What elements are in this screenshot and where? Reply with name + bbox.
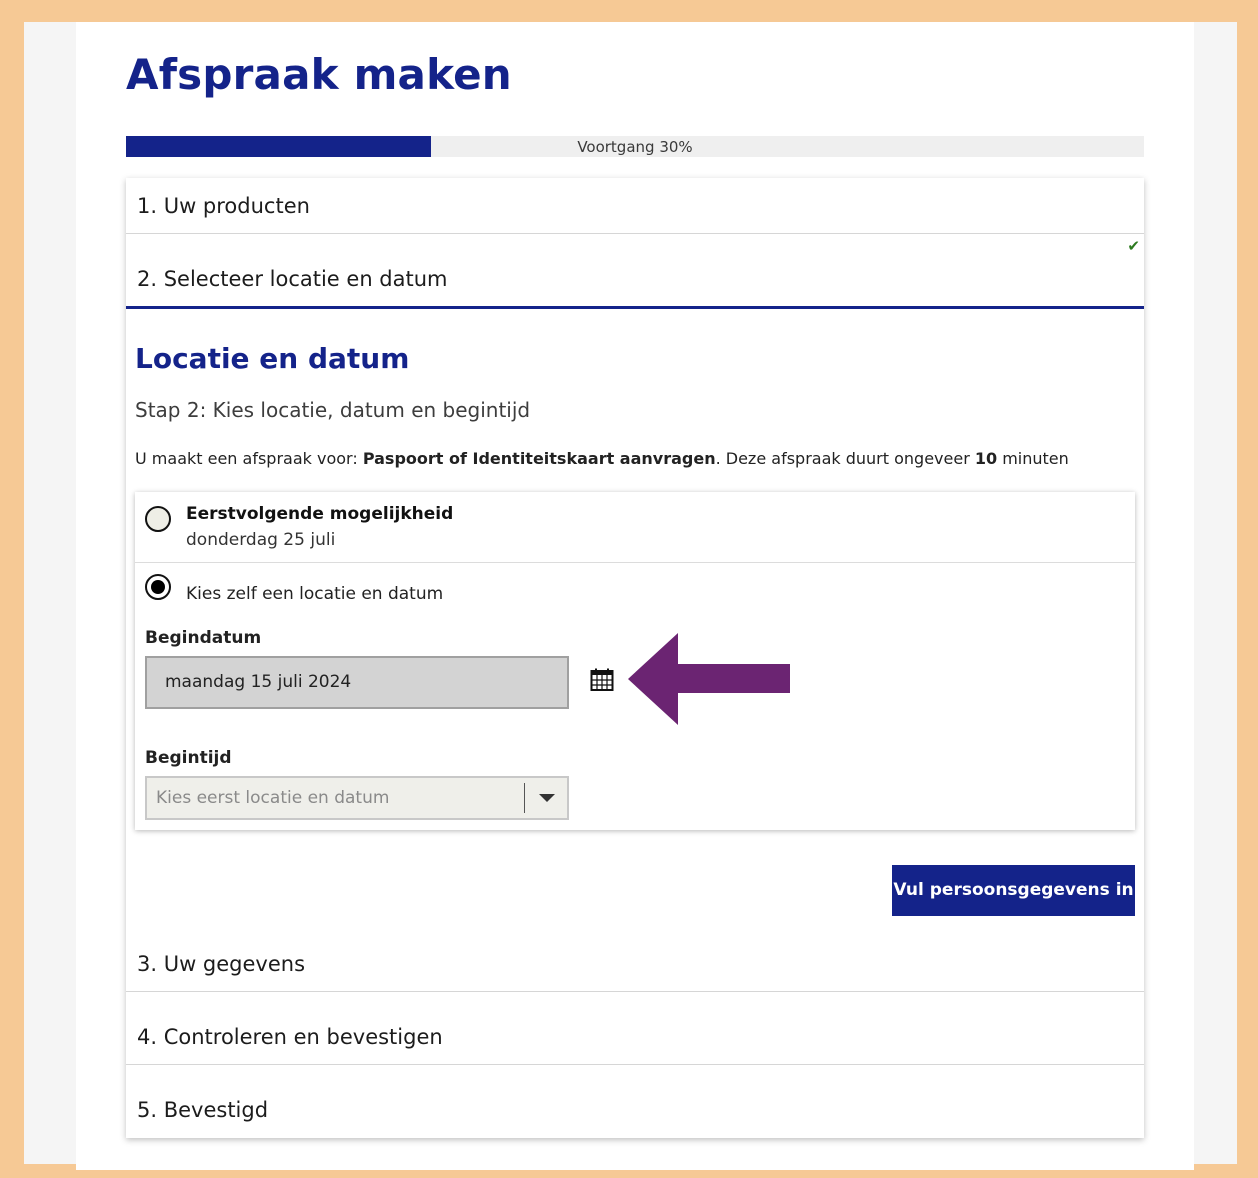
next-personal-details-button[interactable]: Vul persoonsgegevens in — [892, 865, 1135, 916]
option-first-date: donderdag 25 juli — [186, 530, 336, 550]
location-choice-box: Eerstvolgende mogelijkheid donderdag 25 … — [135, 492, 1135, 830]
chevron-down-icon[interactable] — [539, 794, 555, 802]
arrow-left-icon — [628, 633, 790, 725]
start-time-label: Begintijd — [145, 748, 232, 768]
step-5-header[interactable]: 5. Bevestigd — [126, 1082, 1144, 1138]
section-subtitle: Stap 2: Kies locatie, datum en begintijd — [135, 398, 531, 422]
option-custom-label[interactable]: Kies zelf een locatie en datum — [186, 584, 443, 604]
progress-bar: Voortgang 30% — [126, 136, 1144, 157]
select-divider — [524, 783, 525, 813]
section-title: Locatie en datum — [135, 342, 410, 375]
option-first-available[interactable]: Eerstvolgende mogelijkheid donderdag 25 … — [135, 492, 1135, 563]
calendar-icon[interactable] — [590, 668, 614, 692]
step-1-header[interactable]: 1. Uw producten ✔ — [126, 178, 1144, 255]
appointment-info: U maakt een afspraak voor: Paspoort of I… — [135, 449, 1069, 468]
info-duration: 10 — [974, 449, 998, 468]
step-4-label: 4. Controleren en bevestigen — [137, 1025, 443, 1049]
step-5-label: 5. Bevestigd — [137, 1098, 269, 1122]
info-prefix: U maakt een afspraak voor: — [135, 449, 363, 468]
start-date-input[interactable]: maandag 15 juli 2024 — [145, 656, 569, 709]
step-2-header[interactable]: 2. Selecteer locatie en datum — [126, 251, 1144, 309]
option-first-title: Eerstvolgende mogelijkheid — [186, 504, 454, 524]
start-time-placeholder: Kies eerst locatie en datum — [156, 788, 390, 808]
radio-custom-choice[interactable] — [145, 574, 171, 600]
step-1-label: 1. Uw producten — [137, 194, 310, 218]
step-3-label: 3. Uw gegevens — [137, 952, 306, 976]
start-time-select[interactable]: Kies eerst locatie en datum — [145, 776, 569, 820]
progress-label: Voortgang 30% — [577, 138, 693, 156]
page-title: Afspraak maken — [126, 50, 512, 99]
radio-first-available[interactable] — [145, 506, 171, 532]
step-2-label: 2. Selecteer locatie en datum — [137, 267, 448, 291]
step-3-header[interactable]: 3. Uw gegevens — [126, 936, 1144, 992]
info-product: Paspoort of Identiteitskaart aanvragen — [362, 449, 716, 468]
step-4-header[interactable]: 4. Controleren en bevestigen — [126, 1009, 1144, 1065]
steps-accordion: 1. Uw producten ✔ 2. Selecteer locatie e… — [126, 178, 1144, 1138]
info-middle: . Deze afspraak duurt ongeveer — [715, 449, 975, 468]
info-suffix: minuten — [997, 449, 1069, 468]
start-date-label: Begindatum — [145, 628, 262, 648]
